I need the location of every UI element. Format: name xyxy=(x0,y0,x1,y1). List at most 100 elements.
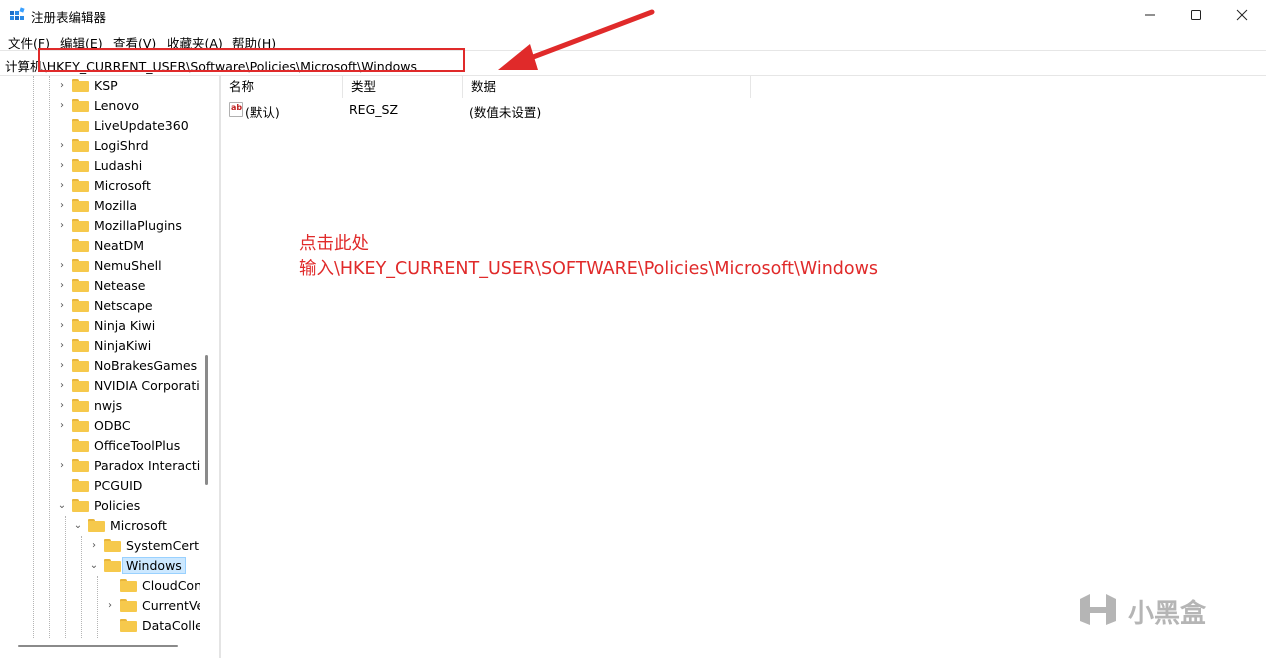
tree-item[interactable]: › Microsoft xyxy=(57,175,151,195)
tree-item[interactable]: NeatDM xyxy=(57,235,144,255)
column-header-type[interactable]: 类型 xyxy=(343,76,463,98)
tree-item[interactable]: › Mozilla xyxy=(57,195,137,215)
annotation-line-2: 输入\HKEY_CURRENT_USER\SOFTWARE\Policies\M… xyxy=(299,259,879,279)
close-button[interactable] xyxy=(1219,0,1265,30)
tree-item[interactable]: › SystemCertifi xyxy=(89,535,200,555)
tree-item[interactable]: › Ninja Kiwi xyxy=(57,315,155,335)
tree-item-label: Policies xyxy=(94,497,141,513)
chevron-right-icon[interactable]: › xyxy=(57,315,67,335)
tree-item[interactable]: › NinjaKiwi xyxy=(57,335,151,355)
tree-item-label: CurrentVe xyxy=(142,597,200,613)
tree-item[interactable]: ⌄ Microsoft xyxy=(73,515,167,535)
tree-scroll-thumb[interactable] xyxy=(205,355,208,485)
folder-icon xyxy=(72,298,89,312)
tree-horizontal-scrollbar[interactable] xyxy=(0,638,219,658)
chevron-right-icon[interactable]: › xyxy=(57,335,67,355)
tree-item[interactable]: › Lenovo xyxy=(57,95,139,115)
tree-item[interactable]: › NVIDIA Corporatio xyxy=(57,375,200,395)
values-list[interactable]: 名称 类型 数据 ab (默认) REG_SZ (数值未设置) xyxy=(221,76,1266,658)
folder-icon xyxy=(72,138,89,152)
folder-icon xyxy=(88,518,105,532)
chevron-right-icon[interactable]: › xyxy=(89,535,99,555)
tree-item[interactable]: CloudCont xyxy=(105,575,200,595)
chevron-right-icon[interactable]: › xyxy=(57,215,67,235)
chevron-right-icon[interactable]: › xyxy=(57,295,67,315)
chevron-right-icon[interactable]: › xyxy=(105,595,115,615)
registry-tree[interactable]: › KSP › Lenovo LiveUpdate360 › LogiShrd › Ludash… xyxy=(0,76,200,638)
folder-icon xyxy=(72,458,89,472)
tree-item[interactable]: › Paradox Interactiv xyxy=(57,455,200,475)
tree-item[interactable]: › ODBC xyxy=(57,415,131,435)
tree-item[interactable]: › LogiShrd xyxy=(57,135,149,155)
tree-item[interactable]: LiveUpdate360 xyxy=(57,115,189,135)
tree-item[interactable]: › NoBrakesGames xyxy=(57,355,197,375)
tree-item[interactable]: ⌄ Windows xyxy=(89,555,186,575)
tree-item-label: LiveUpdate360 xyxy=(94,117,189,133)
watermark-text: 小黑盒 xyxy=(1128,598,1207,629)
tree-item-label: NeatDM xyxy=(94,237,145,253)
minimize-icon xyxy=(1145,14,1155,16)
tree-item-label: SystemCertifi xyxy=(126,537,200,553)
tree-item-label: OfficeToolPlus xyxy=(94,437,181,453)
tree-item-label: DataCollec xyxy=(142,617,200,633)
value-type: REG_SZ xyxy=(349,102,399,117)
tree-item[interactable]: › MozillaPlugins xyxy=(57,215,182,235)
folder-icon xyxy=(72,78,89,92)
column-header-data[interactable]: 数据 xyxy=(463,76,751,98)
chevron-right-icon[interactable]: › xyxy=(57,135,67,155)
folder-icon xyxy=(72,238,89,252)
address-path[interactable]: 计算机\HKEY_CURRENT_USER\Software\Policies\… xyxy=(5,56,417,75)
watermark: 小黑盒 xyxy=(1076,591,1206,631)
minimize-button[interactable] xyxy=(1127,0,1173,30)
tree-item[interactable]: › KSP xyxy=(57,76,118,95)
folder-icon xyxy=(72,418,89,432)
folder-icon xyxy=(72,378,89,392)
chevron-down-icon[interactable]: ⌄ xyxy=(57,495,67,515)
chevron-right-icon[interactable]: › xyxy=(57,195,67,215)
chevron-right-icon[interactable]: › xyxy=(57,275,67,295)
tree-item[interactable]: › NemuShell xyxy=(57,255,162,275)
column-header-name[interactable]: 名称 xyxy=(221,76,343,98)
value-name: (默认) xyxy=(245,105,280,120)
tree-item[interactable]: ⌄ Policies xyxy=(57,495,140,515)
tree-item[interactable]: › CurrentVe xyxy=(105,595,200,615)
tree-item-label: Windows xyxy=(122,556,186,574)
tree-item-label: nwjs xyxy=(94,397,123,413)
chevron-right-icon[interactable]: › xyxy=(57,415,67,435)
folder-icon xyxy=(104,558,121,572)
tree-item[interactable]: › Netscape xyxy=(57,295,153,315)
tree-item[interactable]: DataCollec xyxy=(105,615,200,635)
chevron-right-icon[interactable]: › xyxy=(57,175,67,195)
folder-icon xyxy=(72,498,89,512)
chevron-right-icon[interactable]: › xyxy=(57,76,67,95)
tree-item-label: NemuShell xyxy=(94,257,162,273)
chevron-down-icon[interactable]: ⌄ xyxy=(89,555,99,575)
chevron-right-icon[interactable]: › xyxy=(57,455,67,475)
tree-item-label: Netscape xyxy=(94,297,153,313)
tree-item[interactable]: PCGUID xyxy=(57,475,142,495)
annotation-line-1: 点击此处 xyxy=(299,234,369,254)
tree-hscroll-thumb[interactable] xyxy=(18,645,178,647)
tree-vertical-scrollbar[interactable] xyxy=(200,76,218,638)
chevron-right-icon[interactable]: › xyxy=(57,255,67,275)
tree-item[interactable]: › nwjs xyxy=(57,395,122,415)
folder-icon xyxy=(72,258,89,272)
chevron-right-icon[interactable]: › xyxy=(57,155,67,175)
heybox-logo-icon xyxy=(1080,594,1116,625)
tree-item-label: Ninja Kiwi xyxy=(94,317,156,333)
chevron-right-icon[interactable]: › xyxy=(57,375,67,395)
chevron-right-icon[interactable]: › xyxy=(57,355,67,375)
maximize-button[interactable] xyxy=(1173,0,1219,30)
chevron-right-icon[interactable]: › xyxy=(57,395,67,415)
tree-item[interactable]: OfficeToolPlus xyxy=(57,435,180,455)
tree-item[interactable]: › Ludashi xyxy=(57,155,142,175)
folder-icon xyxy=(120,618,137,632)
chevron-down-icon[interactable]: ⌄ xyxy=(73,515,83,535)
tree-item[interactable]: › Netease xyxy=(57,275,146,295)
folder-icon xyxy=(120,578,137,592)
chevron-right-icon[interactable]: › xyxy=(57,95,67,115)
folder-icon xyxy=(72,198,89,212)
tree-item-label: NinjaKiwi xyxy=(94,337,152,353)
